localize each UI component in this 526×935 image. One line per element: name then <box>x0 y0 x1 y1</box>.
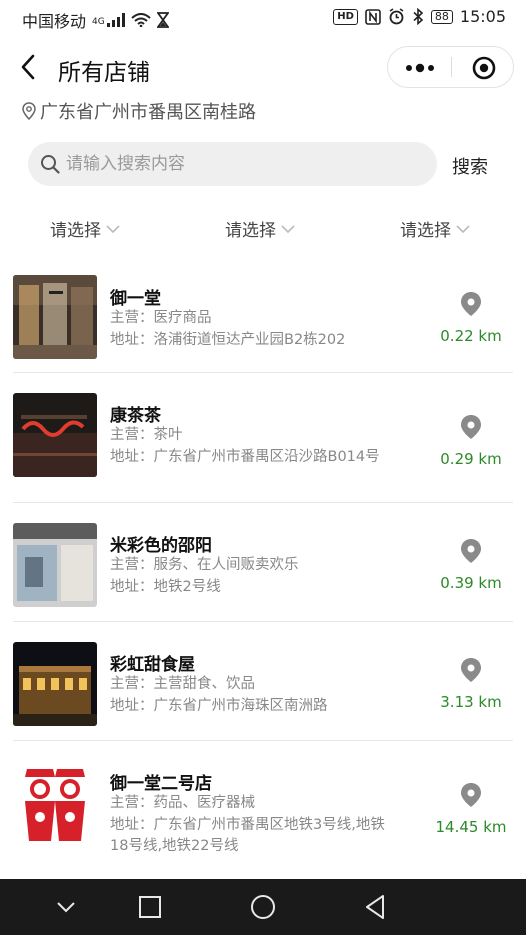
location-pin-icon <box>22 102 36 120</box>
chevron-down-icon <box>57 902 75 913</box>
map-pin-icon <box>461 539 481 563</box>
clock: 15:05 <box>459 7 506 26</box>
recent-apps-button[interactable] <box>134 891 166 923</box>
filter-dropdown-2[interactable]: 请选择 <box>225 216 296 241</box>
distance-text: 0.29 km <box>440 450 502 468</box>
search-icon <box>41 155 60 174</box>
chevron-down-icon <box>106 224 120 233</box>
system-navigation-bar <box>0 879 526 935</box>
store-name: 御一堂二号店 <box>110 774 212 794</box>
more-dots-icon <box>406 63 434 73</box>
store-address: 地址：广东省广州市海珠区南洲路 <box>110 698 328 714</box>
network-type-label: 4G <box>92 17 105 27</box>
hide-keyboard-button[interactable] <box>50 891 82 923</box>
store-list-item[interactable]: 御一堂二号店 主营：药品、医疗器械 地址：广东省广州市番禺区地铁3号线,地铁18… <box>0 741 526 877</box>
mini-program-capsule <box>387 46 514 88</box>
store-business: 主营：主营甜食、饮品 <box>110 676 255 692</box>
status-left: 中国移动 4G <box>22 8 169 32</box>
map-pin-icon <box>461 415 481 439</box>
distance-text: 0.39 km <box>440 574 502 592</box>
filter-dropdown-1[interactable]: 请选择 <box>50 216 121 241</box>
distance-text: 0.22 km <box>440 327 502 345</box>
distance-text: 14.45 km <box>435 818 507 836</box>
filter-label: 请选择 <box>50 221 101 241</box>
search-input[interactable] <box>66 154 406 174</box>
back-nav-button[interactable] <box>359 891 391 923</box>
store-distance: 0.29 km <box>428 414 514 468</box>
store-distance: 14.45 km <box>428 782 514 836</box>
store-business: 主营：服务、在人间贩卖欢乐 <box>110 557 299 573</box>
chevron-down-icon <box>456 224 470 233</box>
nfc-icon <box>365 8 381 25</box>
store-thumbnail <box>13 761 97 845</box>
store-list-item[interactable]: 彩虹甜食屋 主营：主营甜食、饮品 地址：广东省广州市海珠区南洲路 3.13 km <box>0 622 526 740</box>
filter-label: 请选择 <box>225 221 276 241</box>
circle-icon <box>251 895 275 919</box>
search-bar <box>28 142 437 186</box>
bluetooth-icon <box>413 8 424 25</box>
store-address: 地址：广东省广州市番禺区沿沙路B014号 <box>110 449 380 465</box>
filter-dropdown-3[interactable]: 请选择 <box>400 216 471 241</box>
triangle-back-icon <box>366 895 384 919</box>
search-button[interactable]: 搜索 <box>452 153 488 179</box>
store-distance: 3.13 km <box>428 657 514 711</box>
carrier-label: 中国移动 <box>22 12 87 31</box>
wifi-icon <box>131 13 151 27</box>
map-pin-icon <box>461 783 481 807</box>
store-distance: 0.39 km <box>428 538 514 592</box>
signal-icon: 4G <box>92 13 125 27</box>
chevron-left-icon <box>21 54 35 80</box>
store-list-item[interactable]: 御一堂 主营：医疗商品 地址：洛浦街道恒达产业园B2栋202 0.22 km <box>0 256 526 372</box>
battery-indicator: 88 <box>430 9 453 24</box>
close-mini-program-button[interactable] <box>452 47 514 87</box>
hd-badge: HD <box>333 8 358 25</box>
map-pin-icon <box>461 292 481 316</box>
store-address: 地址：广东省广州市番禺区地铁3号线,地铁18号线,地铁22号线 <box>110 817 385 854</box>
home-button[interactable] <box>247 891 279 923</box>
store-thumbnail <box>13 393 97 477</box>
target-close-icon <box>472 56 496 80</box>
store-business: 主营：医疗商品 <box>110 310 212 326</box>
store-list-item[interactable]: 康茶茶 主营：茶叶 地址：广东省广州市番禺区沿沙路B014号 0.29 km <box>0 373 526 502</box>
store-name: 康茶茶 <box>110 406 161 426</box>
back-button[interactable] <box>14 50 44 84</box>
distance-text: 3.13 km <box>440 693 502 711</box>
more-button[interactable] <box>388 47 451 87</box>
filter-label: 请选择 <box>400 221 451 241</box>
page-title: 所有店铺 <box>58 60 150 86</box>
hourglass-icon <box>156 12 169 28</box>
store-thumbnail <box>13 642 97 726</box>
current-location[interactable]: 广东省广州市番禺区南桂路 <box>22 98 256 124</box>
location-text: 广东省广州市番禺区南桂路 <box>40 102 256 123</box>
store-name: 米彩色的邵阳 <box>110 536 212 556</box>
store-name: 御一堂 <box>110 289 161 309</box>
store-business: 主营：茶叶 <box>110 427 183 443</box>
store-thumbnail <box>13 523 97 607</box>
store-list-item[interactable]: 米彩色的邵阳 主营：服务、在人间贩卖欢乐 地址：地铁2号线 0.39 km <box>0 503 526 621</box>
store-business: 主营：药品、医疗器械 <box>110 795 255 811</box>
store-thumbnail <box>13 275 97 359</box>
map-pin-icon <box>461 658 481 682</box>
alarm-icon <box>389 8 404 25</box>
store-address: 地址：洛浦街道恒达产业园B2栋202 <box>110 332 346 348</box>
store-address: 地址：地铁2号线 <box>110 579 221 595</box>
square-icon <box>139 896 161 918</box>
status-bar: 中国移动 4G HD 88 15:05 <box>0 0 526 36</box>
nav-bar: 所有店铺 <box>0 44 526 90</box>
filter-bar: 请选择 请选择 请选择 <box>0 216 526 242</box>
chevron-down-icon <box>281 224 295 233</box>
store-name: 彩虹甜食屋 <box>110 655 195 675</box>
status-right: HD 88 15:05 <box>333 7 506 26</box>
store-distance: 0.22 km <box>428 291 514 345</box>
